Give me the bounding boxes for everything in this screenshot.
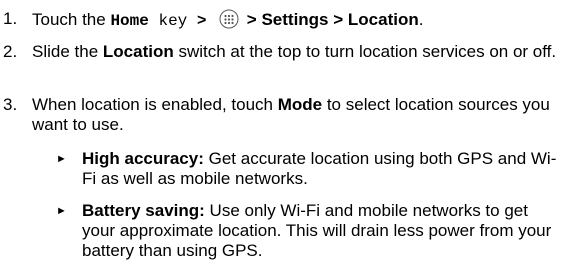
step-text: Touch the Home key > > Settings > Locati… [32,9,424,30]
step-number: 1. [3,9,18,28]
mode-term: Mode [277,95,323,114]
home-key-label: Home [110,12,149,30]
step-number: 3. [3,95,18,114]
location-term: Location [102,42,174,61]
bullet-arrow-icon: ► [56,153,67,165]
instructions-document: 1. Touch the Home key > > Settings > Loc… [0,0,572,275]
mode-description: High accuracy: Get accurate location usi… [82,149,557,188]
mode-title: High accuracy: [82,149,204,168]
mode-title: Battery saving: [82,201,205,220]
step-text: Slide the Location switch at the top to … [32,42,557,61]
step-text: When location is enabled, touch Mode to … [32,95,550,134]
settings-location-path: Settings > Location [261,10,419,29]
bullet-arrow-icon: ► [56,205,67,217]
apps-grid-icon [219,9,239,29]
mode-description: Battery saving: Use only Wi-Fi and mobil… [82,201,552,260]
step-number: 2. [3,42,18,61]
